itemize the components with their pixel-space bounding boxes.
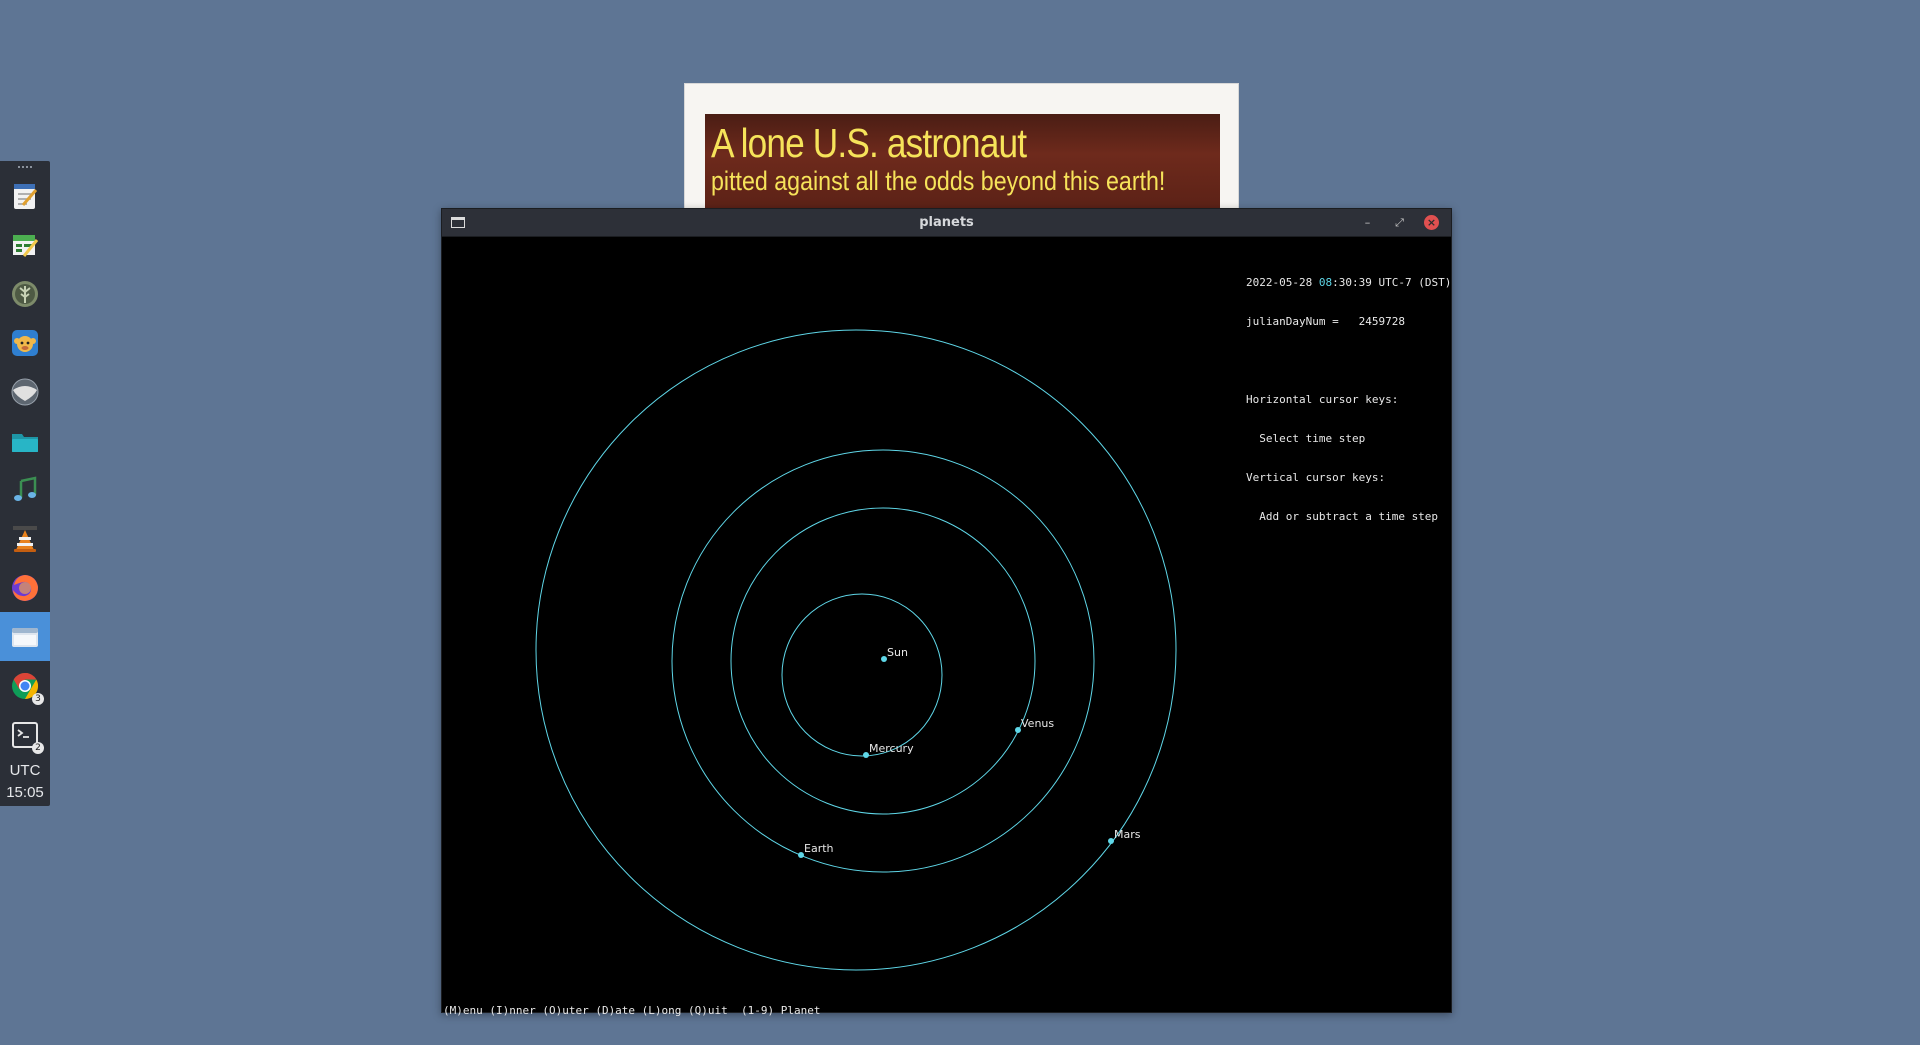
poster-tagline: pitted against all the odds beyond this … bbox=[711, 166, 1166, 196]
spreadsheet-pencil-icon bbox=[13, 234, 39, 257]
monkey-icon bbox=[12, 329, 38, 356]
close-button[interactable]: × bbox=[1424, 215, 1439, 230]
window-icon bbox=[12, 627, 38, 647]
info-panel: 2022-05-28 08:30:39 UTC-7 (DST) julianDa… bbox=[1246, 250, 1451, 549]
poster-window[interactable]: A lone U.S. astronaut pitted against all… bbox=[684, 83, 1239, 215]
clock-timezone: UTC bbox=[9, 762, 41, 779]
dock-item-tree-app[interactable] bbox=[0, 269, 50, 318]
window-titlebar[interactable]: planets – ⤢ × bbox=[442, 209, 1451, 237]
dock-item-firefox[interactable] bbox=[0, 563, 50, 612]
folder-icon bbox=[12, 433, 38, 452]
help-line-2: Select time step bbox=[1246, 432, 1366, 445]
side-dock: 3 2 UTC 15:05 bbox=[0, 161, 50, 806]
music-note-icon bbox=[14, 475, 37, 501]
dock-item-cloud-app[interactable] bbox=[0, 367, 50, 416]
chrome-badge: 3 bbox=[32, 692, 44, 705]
dock-clock[interactable]: UTC 15:05 bbox=[0, 760, 50, 804]
maximize-button[interactable]: ⤢ bbox=[1392, 215, 1407, 230]
orbit-mercury bbox=[781, 593, 943, 757]
vlc-cone-icon bbox=[13, 525, 37, 552]
help-line-1: Horizontal cursor keys: bbox=[1246, 393, 1399, 406]
firefox-icon bbox=[12, 574, 38, 601]
solar-system-canvas[interactable]: Sun Mercury Venus Earth Mars 2022-05-28 … bbox=[442, 237, 1451, 1017]
sun-label: Sun bbox=[887, 646, 908, 659]
planet-markers bbox=[798, 656, 1114, 858]
planets-window[interactable]: planets – ⤢ × Sun Mercury Venus Earth Ma… bbox=[441, 208, 1452, 1017]
poster-headline: A lone U.S. astronaut bbox=[711, 120, 1027, 166]
minimize-button[interactable]: – bbox=[1360, 215, 1375, 230]
hour-text: 08 bbox=[1318, 276, 1333, 289]
datetime-line: 2022-05-28 08:30:39 UTC-7 (DST) bbox=[1246, 276, 1451, 289]
orbit-lines bbox=[535, 329, 1177, 971]
earth-label: Earth bbox=[804, 842, 834, 855]
terminal-icon-wrap: 2 bbox=[10, 720, 44, 754]
orbit-mars bbox=[535, 329, 1177, 971]
mars-label: Mars bbox=[1114, 828, 1141, 841]
dock-item-window[interactable] bbox=[0, 612, 50, 661]
dock-item-music-app[interactable] bbox=[0, 465, 50, 514]
chrome-icon-wrap: 3 bbox=[10, 671, 44, 705]
dock-item-vlc[interactable] bbox=[0, 514, 50, 563]
help-line-3: Vertical cursor keys: bbox=[1246, 471, 1386, 484]
tree-circle-icon bbox=[12, 280, 38, 307]
dock-item-terminal[interactable]: 2 bbox=[0, 710, 50, 759]
dock-item-files[interactable] bbox=[0, 416, 50, 465]
terminal-badge: 2 bbox=[32, 741, 44, 754]
command-footer: (M)enu (I)nner (O)uter (D)ate (L)ong (Q)… bbox=[443, 1004, 821, 1017]
dock-item-monkey-app[interactable] bbox=[0, 318, 50, 367]
venus-label: Venus bbox=[1021, 717, 1055, 730]
date-text: 2022-05-28 bbox=[1246, 276, 1313, 289]
dock-item-chrome[interactable]: 3 bbox=[0, 661, 50, 710]
help-line-4: Add or subtract a time step bbox=[1246, 510, 1439, 523]
mercury-label: Mercury bbox=[869, 742, 914, 755]
clock-time: 15:05 bbox=[6, 784, 44, 801]
notepad-icon bbox=[14, 183, 38, 209]
cloud-ball-icon bbox=[11, 378, 39, 405]
window-title: planets bbox=[919, 215, 974, 230]
desktop: A lone U.S. astronaut pitted against all… bbox=[0, 0, 1920, 1045]
poster-image: A lone U.S. astronaut pitted against all… bbox=[705, 114, 1220, 214]
time-rest-text: :30:39 UTC-7 (DST) bbox=[1332, 276, 1452, 289]
dock-item-text-editor[interactable] bbox=[0, 171, 50, 220]
julian-day-line: julianDayNum = 2459728 bbox=[1246, 315, 1405, 328]
dock-item-spreadsheet[interactable] bbox=[0, 220, 50, 269]
